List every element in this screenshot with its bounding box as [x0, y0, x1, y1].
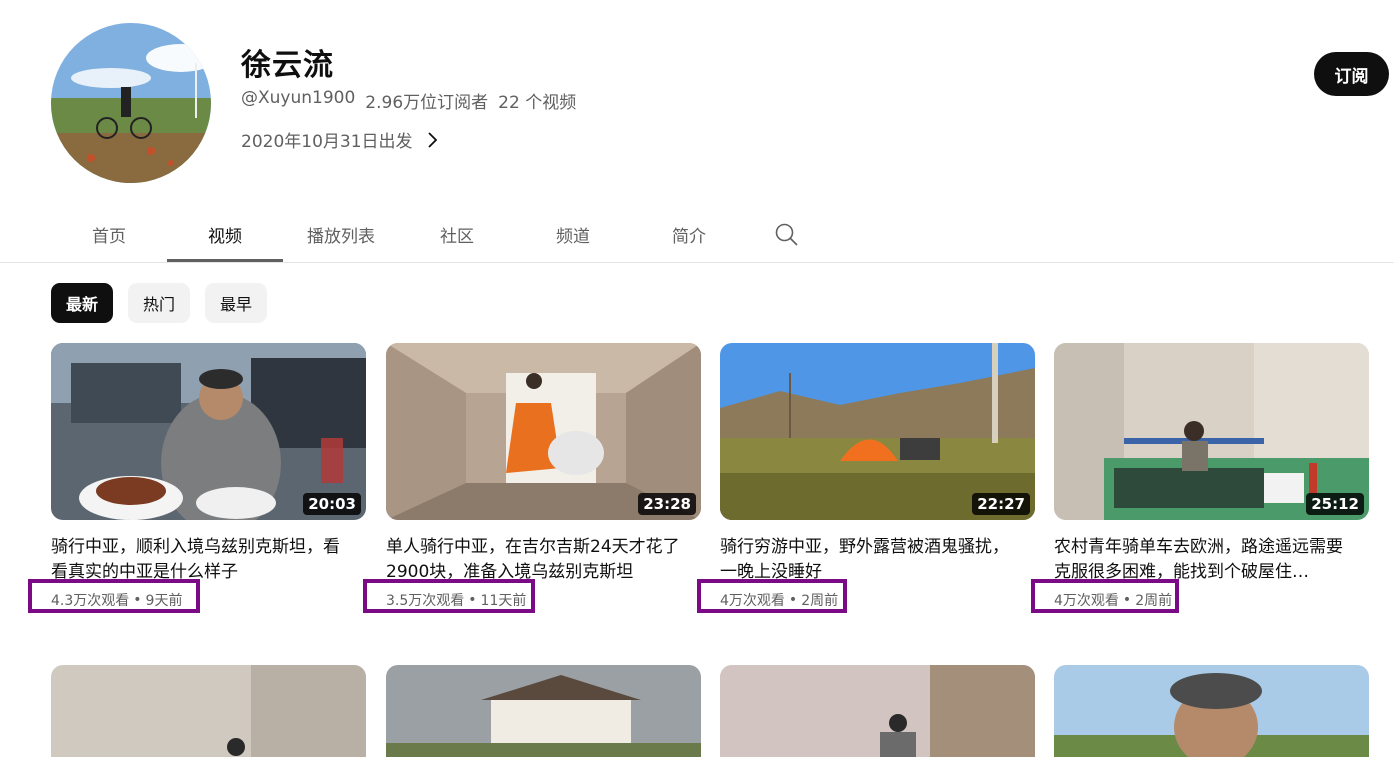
video-thumbnail[interactable]: 23:28: [386, 343, 701, 520]
chip-popular[interactable]: 热门: [128, 283, 191, 323]
video-card: [386, 665, 701, 757]
subscribe-button[interactable]: 订阅: [1314, 52, 1389, 96]
tab-videos[interactable]: 视频: [167, 207, 283, 262]
chip-latest[interactable]: 最新: [51, 283, 114, 323]
video-card: [720, 665, 1035, 757]
video-meta: 3.5万次观看 • 11天前: [363, 579, 701, 613]
tab-about[interactable]: 简介: [631, 207, 747, 262]
highlight-box: [697, 579, 847, 613]
video-thumbnail[interactable]: [51, 665, 366, 757]
tab-community[interactable]: 社区: [399, 207, 515, 262]
channel-tagline: 2020年10月31日出发: [241, 132, 413, 152]
channel-description[interactable]: 2020年10月31日出发: [241, 127, 439, 152]
tab-search-button[interactable]: [747, 207, 827, 262]
video-title[interactable]: 骑行穷游中亚，野外露营被酒鬼骚扰，一晚上没睡好: [720, 535, 1020, 585]
channel-tabs: 首页 视频 播放列表 社区 频道 简介: [51, 207, 827, 262]
video-meta: 4万次观看 • 2周前: [697, 579, 1035, 613]
video-count: 22 个视频: [498, 93, 577, 113]
video-card: [1054, 665, 1369, 757]
video-title[interactable]: 单人骑行中亚，在吉尔吉斯24天才花了2900块，准备入境乌兹别克斯坦: [386, 535, 686, 585]
chevron-right-icon: [427, 131, 437, 148]
video-card: 23:28 单人骑行中亚，在吉尔吉斯24天才花了2900块，准备入境乌兹别克斯坦…: [363, 343, 701, 613]
video-duration: 20:03: [303, 493, 361, 515]
video-meta: 4万次观看 • 2周前: [1031, 579, 1369, 613]
video-card: [51, 665, 366, 757]
sort-chips: 最新 热门 最早: [51, 283, 268, 323]
channel-meta: @Xuyun1900 2.96万位订阅者 22 个视频: [241, 88, 576, 113]
channel-page: 徐云流 @Xuyun1900 2.96万位订阅者 22 个视频 2020年10月…: [0, 0, 1394, 757]
video-thumbnail[interactable]: [720, 665, 1035, 757]
video-thumbnail[interactable]: 20:03: [51, 343, 366, 520]
channel-handle: @Xuyun1900: [241, 88, 356, 108]
video-title[interactable]: 农村青年骑单车去欧洲，路途遥远需要克服很多困难，能找到个破屋住…: [1054, 535, 1354, 585]
tab-home[interactable]: 首页: [51, 207, 167, 262]
video-card: 22:27 骑行穷游中亚，野外露营被酒鬼骚扰，一晚上没睡好 4万次观看 • 2周…: [697, 343, 1035, 613]
highlight-box: [363, 579, 535, 613]
tabs-divider: [0, 262, 1394, 263]
highlight-box: [1031, 579, 1179, 613]
video-thumbnail[interactable]: 22:27: [720, 343, 1035, 520]
channel-name: 徐云流: [241, 48, 334, 83]
tab-playlists[interactable]: 播放列表: [283, 207, 399, 262]
chip-oldest[interactable]: 最早: [205, 283, 268, 323]
video-card: 25:12 农村青年骑单车去欧洲，路途遥远需要克服很多困难，能找到个破屋住… 4…: [1031, 343, 1369, 613]
video-thumbnail[interactable]: [386, 665, 701, 757]
video-meta: 4.3万次观看 • 9天前: [28, 579, 366, 613]
subscriber-count: 2.96万位订阅者: [365, 93, 489, 113]
video-card: 20:03 骑行中亚，顺利入境乌兹别克斯坦，看看真实的中亚是什么样子 4.3万次…: [28, 343, 366, 613]
video-duration: 23:28: [638, 493, 696, 515]
video-duration: 25:12: [1306, 493, 1364, 515]
search-icon: [775, 223, 798, 246]
highlight-box: [28, 579, 200, 613]
video-title[interactable]: 骑行中亚，顺利入境乌兹别克斯坦，看看真实的中亚是什么样子: [51, 535, 351, 585]
video-thumbnail[interactable]: [1054, 665, 1369, 757]
tab-channels[interactable]: 频道: [515, 207, 631, 262]
video-thumbnail[interactable]: 25:12: [1054, 343, 1369, 520]
video-duration: 22:27: [972, 493, 1030, 515]
channel-avatar[interactable]: [51, 23, 211, 183]
